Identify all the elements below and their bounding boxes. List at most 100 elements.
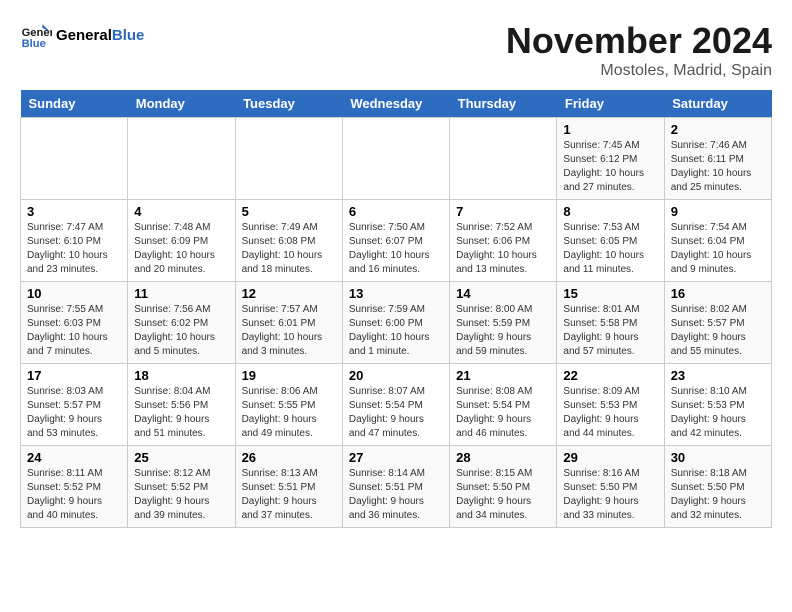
week-row-1: 1 Sunrise: 7:45 AM Sunset: 6:12 PM Daylig…: [21, 118, 772, 200]
day-number: 19: [242, 368, 336, 383]
day-cell: 12 Sunrise: 7:57 AM Sunset: 6:01 PM Dayli…: [235, 282, 342, 364]
col-header-sunday: Sunday: [21, 90, 128, 118]
day-info: Sunrise: 8:04 AM Sunset: 5:56 PM Dayligh…: [134, 385, 228, 441]
day-cell: 22 Sunrise: 8:09 AM Sunset: 5:53 PM Dayli…: [557, 364, 664, 446]
day-cell: 30Sunrise: 8:18 AM Sunset: 5:50 PM Dayli…: [664, 446, 771, 528]
day-cell: 23Sunrise: 8:10 AM Sunset: 5:53 PM Dayli…: [664, 364, 771, 446]
day-cell: 10 Sunrise: 7:55 AM Sunset: 6:03 PM Dayli…: [21, 282, 128, 364]
day-number: 14: [456, 286, 550, 301]
title-area: November 2024 Mostoles, Madrid, Spain: [506, 20, 772, 80]
day-cell: [235, 118, 342, 200]
day-info: Sunrise: 8:09 AM Sunset: 5:53 PM Dayligh…: [563, 385, 657, 441]
week-row-5: 24 Sunrise: 8:11 AM Sunset: 5:52 PM Dayli…: [21, 446, 772, 528]
svg-text:Blue: Blue: [22, 38, 46, 50]
day-number: 22: [563, 368, 657, 383]
day-number: 13: [349, 286, 443, 301]
day-number: 5: [242, 204, 336, 219]
logo-general: General: [56, 27, 112, 44]
calendar-header-row: SundayMondayTuesdayWednesdayThursdayFrid…: [21, 90, 772, 118]
day-number: 2: [671, 122, 765, 137]
day-info: Sunrise: 8:02 AM Sunset: 5:57 PM Dayligh…: [671, 303, 765, 359]
week-row-4: 17 Sunrise: 8:03 AM Sunset: 5:57 PM Dayli…: [21, 364, 772, 446]
day-info: Sunrise: 8:15 AM Sunset: 5:50 PM Dayligh…: [456, 467, 550, 523]
day-info: Sunrise: 8:01 AM Sunset: 5:58 PM Dayligh…: [563, 303, 657, 359]
day-cell: 8 Sunrise: 7:53 AM Sunset: 6:05 PM Daylig…: [557, 200, 664, 282]
day-info: Sunrise: 8:10 AM Sunset: 5:53 PM Dayligh…: [671, 385, 765, 441]
day-info: Sunrise: 7:57 AM Sunset: 6:01 PM Dayligh…: [242, 303, 336, 359]
svg-text:General: General: [22, 27, 52, 39]
logo-icon: General Blue: [20, 20, 52, 52]
week-row-2: 3Sunrise: 7:47 AM Sunset: 6:10 PM Daylig…: [21, 200, 772, 282]
day-cell: 29 Sunrise: 8:16 AM Sunset: 5:50 PM Dayli…: [557, 446, 664, 528]
day-cell: 17 Sunrise: 8:03 AM Sunset: 5:57 PM Dayli…: [21, 364, 128, 446]
day-cell: 18 Sunrise: 8:04 AM Sunset: 5:56 PM Dayli…: [128, 364, 235, 446]
day-cell: 2 Sunrise: 7:46 AM Sunset: 6:11 PM Daylig…: [664, 118, 771, 200]
day-info: Sunrise: 8:07 AM Sunset: 5:54 PM Dayligh…: [349, 385, 443, 441]
day-cell: 1 Sunrise: 7:45 AM Sunset: 6:12 PM Daylig…: [557, 118, 664, 200]
day-cell: [128, 118, 235, 200]
day-number: 27: [349, 450, 443, 465]
day-info: Sunrise: 8:11 AM Sunset: 5:52 PM Dayligh…: [27, 467, 121, 523]
day-info: Sunrise: 8:14 AM Sunset: 5:51 PM Dayligh…: [349, 467, 443, 523]
day-cell: 7Sunrise: 7:52 AM Sunset: 6:06 PM Daylig…: [450, 200, 557, 282]
day-info: Sunrise: 8:12 AM Sunset: 5:52 PM Dayligh…: [134, 467, 228, 523]
day-cell: [342, 118, 449, 200]
day-number: 4: [134, 204, 228, 219]
day-info: Sunrise: 7:54 AM Sunset: 6:04 PM Dayligh…: [671, 221, 765, 277]
week-row-3: 10 Sunrise: 7:55 AM Sunset: 6:03 PM Dayli…: [21, 282, 772, 364]
day-number: 18: [134, 368, 228, 383]
day-info: Sunrise: 7:59 AM Sunset: 6:00 PM Dayligh…: [349, 303, 443, 359]
day-info: Sunrise: 8:08 AM Sunset: 5:54 PM Dayligh…: [456, 385, 550, 441]
header: General Blue GeneralBlue November 2024 M…: [20, 20, 772, 80]
day-number: 1: [563, 122, 657, 137]
month-title: November 2024: [506, 20, 772, 62]
day-number: 8: [563, 204, 657, 219]
day-cell: 26 Sunrise: 8:13 AM Sunset: 5:51 PM Dayli…: [235, 446, 342, 528]
day-cell: 24 Sunrise: 8:11 AM Sunset: 5:52 PM Dayli…: [21, 446, 128, 528]
day-number: 17: [27, 368, 121, 383]
day-number: 29: [563, 450, 657, 465]
day-number: 26: [242, 450, 336, 465]
day-info: Sunrise: 7:53 AM Sunset: 6:05 PM Dayligh…: [563, 221, 657, 277]
day-cell: [21, 118, 128, 200]
col-header-friday: Friday: [557, 90, 664, 118]
day-number: 10: [27, 286, 121, 301]
day-cell: 15 Sunrise: 8:01 AM Sunset: 5:58 PM Dayli…: [557, 282, 664, 364]
day-cell: 14 Sunrise: 8:00 AM Sunset: 5:59 PM Dayli…: [450, 282, 557, 364]
day-number: 15: [563, 286, 657, 301]
day-cell: 16 Sunrise: 8:02 AM Sunset: 5:57 PM Dayli…: [664, 282, 771, 364]
col-header-tuesday: Tuesday: [235, 90, 342, 118]
day-info: Sunrise: 8:13 AM Sunset: 5:51 PM Dayligh…: [242, 467, 336, 523]
day-cell: 5 Sunrise: 7:49 AM Sunset: 6:08 PM Daylig…: [235, 200, 342, 282]
day-cell: 4Sunrise: 7:48 AM Sunset: 6:09 PM Daylig…: [128, 200, 235, 282]
day-number: 24: [27, 450, 121, 465]
day-number: 12: [242, 286, 336, 301]
day-number: 6: [349, 204, 443, 219]
day-cell: 25 Sunrise: 8:12 AM Sunset: 5:52 PM Dayli…: [128, 446, 235, 528]
day-info: Sunrise: 7:49 AM Sunset: 6:08 PM Dayligh…: [242, 221, 336, 277]
day-info: Sunrise: 7:55 AM Sunset: 6:03 PM Dayligh…: [27, 303, 121, 359]
day-info: Sunrise: 8:06 AM Sunset: 5:55 PM Dayligh…: [242, 385, 336, 441]
col-header-monday: Monday: [128, 90, 235, 118]
day-info: Sunrise: 7:50 AM Sunset: 6:07 PM Dayligh…: [349, 221, 443, 277]
logo-blue: Blue: [112, 27, 145, 44]
day-info: Sunrise: 8:16 AM Sunset: 5:50 PM Dayligh…: [563, 467, 657, 523]
day-info: Sunrise: 7:46 AM Sunset: 6:11 PM Dayligh…: [671, 139, 765, 195]
col-header-saturday: Saturday: [664, 90, 771, 118]
day-number: 7: [456, 204, 550, 219]
col-header-wednesday: Wednesday: [342, 90, 449, 118]
day-cell: 21Sunrise: 8:08 AM Sunset: 5:54 PM Dayli…: [450, 364, 557, 446]
day-cell: 28 Sunrise: 8:15 AM Sunset: 5:50 PM Dayli…: [450, 446, 557, 528]
day-cell: 27 Sunrise: 8:14 AM Sunset: 5:51 PM Dayli…: [342, 446, 449, 528]
day-cell: 11Sunrise: 7:56 AM Sunset: 6:02 PM Dayli…: [128, 282, 235, 364]
day-number: 25: [134, 450, 228, 465]
day-number: 28: [456, 450, 550, 465]
calendar-table: SundayMondayTuesdayWednesdayThursdayFrid…: [20, 90, 772, 528]
day-info: Sunrise: 8:03 AM Sunset: 5:57 PM Dayligh…: [27, 385, 121, 441]
location: Mostoles, Madrid, Spain: [506, 62, 772, 80]
day-info: Sunrise: 7:45 AM Sunset: 6:12 PM Dayligh…: [563, 139, 657, 195]
day-info: Sunrise: 8:00 AM Sunset: 5:59 PM Dayligh…: [456, 303, 550, 359]
logo: General Blue GeneralBlue: [20, 20, 144, 52]
day-number: 30: [671, 450, 765, 465]
day-number: 16: [671, 286, 765, 301]
